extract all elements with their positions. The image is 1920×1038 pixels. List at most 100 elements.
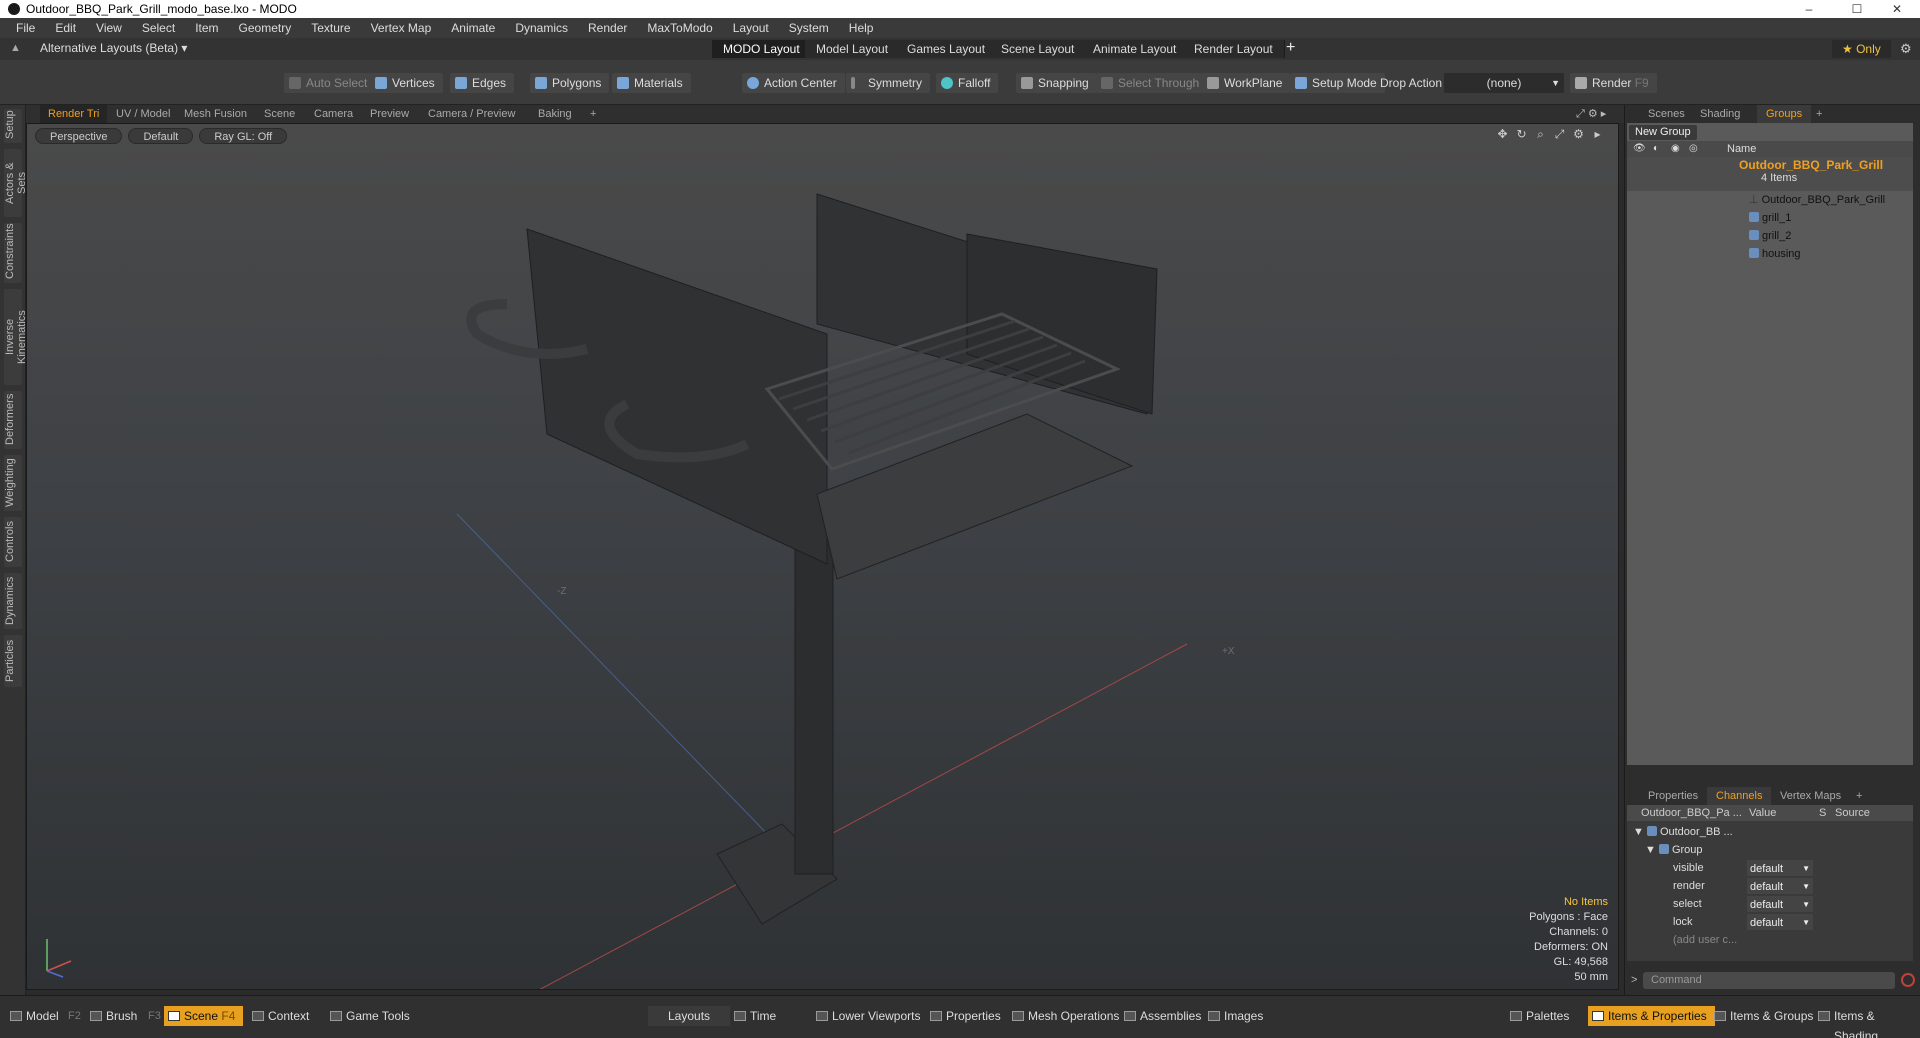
edges-button[interactable]: Edges (450, 73, 515, 93)
menu-texture[interactable]: Texture (301, 21, 360, 35)
tab-modo-layout[interactable]: MODO Layout (712, 40, 812, 58)
3d-viewport[interactable]: Perspective Default Ray GL: Off ✥ ↻ ⌕ ⤢ … (26, 123, 1619, 990)
lower-viewports-button[interactable]: Lower Viewports (812, 1006, 929, 1026)
snapping-button[interactable]: Snapping (1016, 73, 1097, 93)
items-shading-button[interactable]: Items & Shading (1814, 1006, 1920, 1038)
minimize-button[interactable]: – (1786, 0, 1832, 18)
context-button[interactable]: Context (248, 1006, 317, 1026)
collapse-arrow-icon[interactable]: ▲ (10, 42, 21, 54)
tab-scenes[interactable]: Scenes (1639, 105, 1694, 123)
render-button[interactable]: Render F9 (1570, 73, 1657, 93)
alternative-layouts-dropdown[interactable]: Alternative Layouts (Beta) ▾ (40, 41, 187, 55)
menu-item[interactable]: Item (185, 21, 228, 35)
mesh-operations-button[interactable]: Mesh Operations (1008, 1006, 1127, 1026)
tab-baking[interactable]: Baking (530, 105, 580, 123)
tab-groups[interactable]: Groups (1757, 105, 1812, 123)
layouts-button[interactable]: Layouts (648, 1006, 731, 1026)
tab-channels[interactable]: Channels (1707, 787, 1772, 805)
brush-mode-button[interactable]: Brush (86, 1006, 145, 1026)
channel-group-row[interactable]: ▼ Group (1627, 841, 1913, 859)
menu-dynamics[interactable]: Dynamics (505, 21, 578, 35)
channel-row[interactable]: render default (1627, 877, 1913, 896)
add-layout-button[interactable]: + (1286, 39, 1295, 57)
menu-animate[interactable]: Animate (441, 21, 505, 35)
setup-mode-button[interactable]: Setup Mode (1290, 73, 1385, 93)
falloff-button[interactable]: Falloff (936, 73, 999, 93)
workplane-button[interactable]: WorkPlane (1202, 73, 1291, 93)
polygons-button[interactable]: Polygons (530, 73, 610, 93)
only-toggle[interactable]: ★ Only (1832, 40, 1891, 58)
menu-help[interactable]: Help (839, 21, 884, 35)
action-center-button[interactable]: Action Center (742, 73, 845, 93)
command-input[interactable]: Command (1643, 972, 1895, 989)
vtab-inverse-kinematics[interactable]: Inverse Kinematics (4, 289, 28, 385)
menu-system[interactable]: System (779, 21, 839, 35)
add-viewport-tab-button[interactable]: + (582, 105, 604, 123)
channel-row[interactable]: select default (1627, 895, 1913, 914)
select-through-button[interactable]: Select Through (1096, 73, 1208, 93)
vtab-constraints[interactable]: Constraints (4, 223, 22, 283)
menu-maxtomodo[interactable]: MaxToModo (637, 21, 722, 35)
symmetry-button[interactable]: Symmetry (846, 73, 930, 93)
drop-action-select[interactable]: (none) ▼ (1444, 73, 1564, 93)
tab-uv-model[interactable]: UV / Model (108, 105, 178, 123)
assemblies-button[interactable]: Assemblies (1120, 1006, 1209, 1026)
channel-value-select[interactable]: default (1747, 860, 1813, 878)
menu-select[interactable]: Select (132, 21, 185, 35)
menu-vertex-map[interactable]: Vertex Map (361, 21, 442, 35)
group-row[interactable]: Outdoor_BBQ_Park_Grill 4 Items (1627, 157, 1913, 191)
menu-edit[interactable]: Edit (45, 21, 86, 35)
model-mode-button[interactable]: Model (6, 1006, 67, 1026)
tab-mesh-fusion[interactable]: Mesh Fusion (176, 105, 255, 123)
channel-row[interactable]: lock default (1627, 913, 1913, 932)
menu-layout[interactable]: Layout (723, 21, 779, 35)
group-child-row[interactable]: grill_1 (1627, 209, 1913, 227)
channel-value-select[interactable]: default (1747, 914, 1813, 932)
record-icon[interactable] (1901, 973, 1915, 987)
tab-animate-layout[interactable]: Animate Layout (1082, 40, 1189, 58)
add-lower-tab-button[interactable]: + (1847, 787, 1871, 805)
vertices-button[interactable]: Vertices (370, 73, 443, 93)
viewport-expand-icon[interactable]: ⤢ ⚙ ▸ (1576, 107, 1606, 121)
tab-render-layout[interactable]: Render Layout (1183, 40, 1285, 58)
scene-mode-button[interactable]: Scene F4 (164, 1006, 244, 1026)
add-user-channel-row[interactable]: (add user c... (1627, 931, 1913, 949)
channel-value-select[interactable]: default (1747, 896, 1813, 914)
vtab-controls[interactable]: Controls (4, 517, 22, 567)
channel-root-row[interactable]: ▼ Outdoor_BB ... (1627, 823, 1913, 841)
items-properties-button[interactable]: Items & Properties (1588, 1006, 1715, 1026)
tab-preview[interactable]: Preview (362, 105, 417, 123)
items-groups-button[interactable]: Items & Groups (1710, 1006, 1821, 1026)
vtab-dynamics[interactable]: Dynamics (4, 573, 22, 629)
vtab-actors-sets[interactable]: Actors & Sets (4, 149, 28, 217)
menu-file[interactable]: File (6, 21, 45, 35)
group-child-row[interactable]: ⊥ Outdoor_BBQ_Park_Grill (1627, 191, 1913, 209)
auto-select-button[interactable]: Auto Select (284, 73, 376, 93)
properties-button[interactable]: Properties (926, 1006, 1009, 1026)
tab-camera[interactable]: Camera (306, 105, 361, 123)
channel-value-select[interactable]: default (1747, 878, 1813, 896)
menu-view[interactable]: View (86, 21, 132, 35)
menu-render[interactable]: Render (578, 21, 637, 35)
tab-shading[interactable]: Shading (1691, 105, 1749, 123)
gear-icon[interactable]: ⚙ (1900, 41, 1912, 57)
tab-games-layout[interactable]: Games Layout (896, 40, 998, 58)
vtab-particles[interactable]: Particles (4, 635, 22, 687)
channel-row[interactable]: visible default (1627, 859, 1913, 878)
menu-geometry[interactable]: Geometry (229, 21, 302, 35)
group-child-row[interactable]: housing (1627, 245, 1913, 263)
vtab-setup[interactable]: Setup (4, 109, 22, 143)
tab-scene[interactable]: Scene (256, 105, 303, 123)
tab-vertex-maps[interactable]: Vertex Maps (1771, 787, 1850, 805)
vtab-deformers[interactable]: Deformers (4, 391, 22, 449)
tab-render-tri[interactable]: Render Tri (40, 105, 108, 123)
new-group-button[interactable]: New Group (1629, 125, 1697, 140)
tab-scene-layout[interactable]: Scene Layout (990, 40, 1087, 58)
tab-camera-preview[interactable]: Camera / Preview (420, 105, 523, 123)
time-button[interactable]: Time (730, 1006, 784, 1026)
images-button[interactable]: Images (1204, 1006, 1271, 1026)
tab-properties[interactable]: Properties (1639, 787, 1707, 805)
close-button[interactable]: ✕ (1874, 0, 1920, 18)
tab-model-layout[interactable]: Model Layout (805, 40, 901, 58)
group-child-row[interactable]: grill_2 (1627, 227, 1913, 245)
